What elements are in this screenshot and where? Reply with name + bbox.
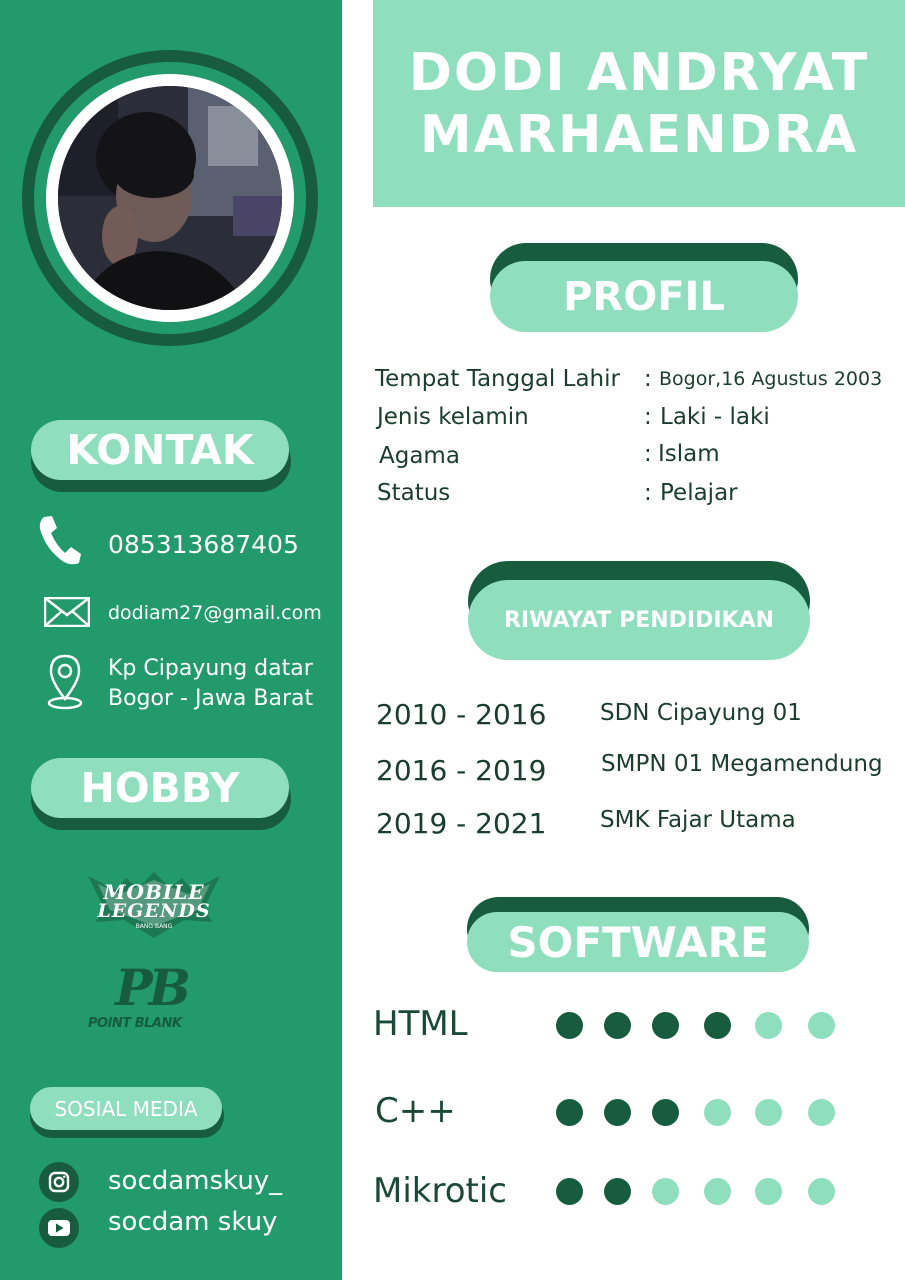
phone-number[interactable]: 085313687405 bbox=[108, 530, 299, 559]
education-school: SMPN 01 Megamendung bbox=[601, 751, 883, 777]
youtube-icon[interactable] bbox=[39, 1208, 79, 1248]
mobile-legends-logo-text-2: LEGENDS bbox=[97, 900, 211, 922]
software-name: HTML bbox=[373, 1004, 468, 1044]
education-heading-label: RIWAYAT PENDIDIKAN bbox=[468, 580, 810, 660]
software-name: Mikrotic bbox=[373, 1171, 507, 1211]
software-heading-label: SOFTWARE bbox=[467, 912, 809, 972]
skill-dot-empty bbox=[755, 1099, 782, 1126]
skill-dot-empty bbox=[704, 1178, 731, 1205]
profile-label-birth: Tempat Tanggal Lahir bbox=[375, 366, 620, 392]
email-address[interactable]: dodiam27@gmail.com bbox=[108, 602, 322, 624]
skill-dot-filled bbox=[556, 1099, 583, 1126]
hobby-heading-label: HOBBY bbox=[31, 758, 289, 818]
software-name: C++ bbox=[375, 1091, 456, 1131]
education-school: SDN Cipayung 01 bbox=[600, 700, 802, 726]
location-pin-icon bbox=[46, 653, 84, 711]
skill-dot-filled bbox=[604, 1099, 631, 1126]
mobile-legends-logo: MOBILE LEGENDS BANG BANG bbox=[86, 870, 222, 940]
profile-photo bbox=[58, 86, 282, 310]
profile-value-gender: Laki - laki bbox=[660, 404, 770, 430]
mobile-legends-logo-text-1: MOBILE bbox=[103, 880, 205, 904]
mobile-legends-logo-text-3: BANG BANG bbox=[135, 923, 173, 930]
skill-dot-filled bbox=[604, 1178, 631, 1205]
profile-label-gender: Jenis kelamin bbox=[377, 404, 529, 430]
name-line-2: MARHAENDRA bbox=[419, 104, 859, 165]
address-line-2: Bogor - Jawa Barat bbox=[108, 686, 314, 711]
profile-colon: : bbox=[644, 480, 652, 506]
skill-dot-filled bbox=[556, 1178, 583, 1205]
skill-dot-filled bbox=[704, 1012, 731, 1039]
youtube-channel[interactable]: socdam skuy bbox=[108, 1207, 277, 1237]
skill-dot-empty bbox=[808, 1012, 835, 1039]
skill-dot-empty bbox=[808, 1099, 835, 1126]
skill-dot-filled bbox=[652, 1012, 679, 1039]
profile-heading-label: PROFIL bbox=[490, 261, 798, 332]
point-blank-logo-mark: PB bbox=[115, 958, 191, 1017]
profile-value-status: Pelajar bbox=[660, 480, 738, 506]
address-line-1: Kp Cipayung datar bbox=[108, 656, 313, 681]
skill-dot-empty bbox=[652, 1178, 679, 1205]
profile-label-religion: Agama bbox=[379, 443, 460, 469]
education-years: 2019 - 2021 bbox=[376, 807, 547, 840]
instagram-handle[interactable]: socdamskuy_ bbox=[108, 1166, 282, 1196]
skill-dot-filled bbox=[652, 1099, 679, 1126]
skill-dot-empty bbox=[755, 1178, 782, 1205]
education-years: 2010 - 2016 bbox=[376, 698, 547, 731]
mail-icon bbox=[43, 596, 91, 628]
profile-value-birth: Bogor,16 Agustus 2003 bbox=[659, 368, 883, 390]
education-school: SMK Fajar Utama bbox=[600, 807, 796, 833]
profile-colon: : bbox=[644, 441, 652, 467]
education-years: 2016 - 2019 bbox=[376, 754, 547, 787]
instagram-icon[interactable] bbox=[39, 1162, 79, 1202]
phone-icon bbox=[38, 514, 82, 566]
profile-label-status: Status bbox=[377, 480, 451, 506]
name-banner: DODI ANDRYAT MARHAENDRA bbox=[373, 0, 905, 207]
skill-dot-empty bbox=[808, 1178, 835, 1205]
social-heading-label: SOSIAL MEDIA bbox=[30, 1087, 222, 1130]
profile-colon: : bbox=[644, 366, 652, 392]
name-line-1: DODI ANDRYAT bbox=[408, 42, 870, 103]
profile-colon: : bbox=[644, 404, 652, 430]
contact-heading-label: KONTAK bbox=[31, 420, 289, 480]
skill-dot-empty bbox=[755, 1012, 782, 1039]
skill-dot-filled bbox=[604, 1012, 631, 1039]
point-blank-logo: PB POINT BLANK bbox=[88, 960, 214, 1042]
skill-dot-filled bbox=[556, 1012, 583, 1039]
point-blank-logo-text: POINT BLANK bbox=[88, 1016, 182, 1031]
skill-dot-empty bbox=[704, 1099, 731, 1126]
profile-value-religion: Islam bbox=[658, 441, 720, 467]
